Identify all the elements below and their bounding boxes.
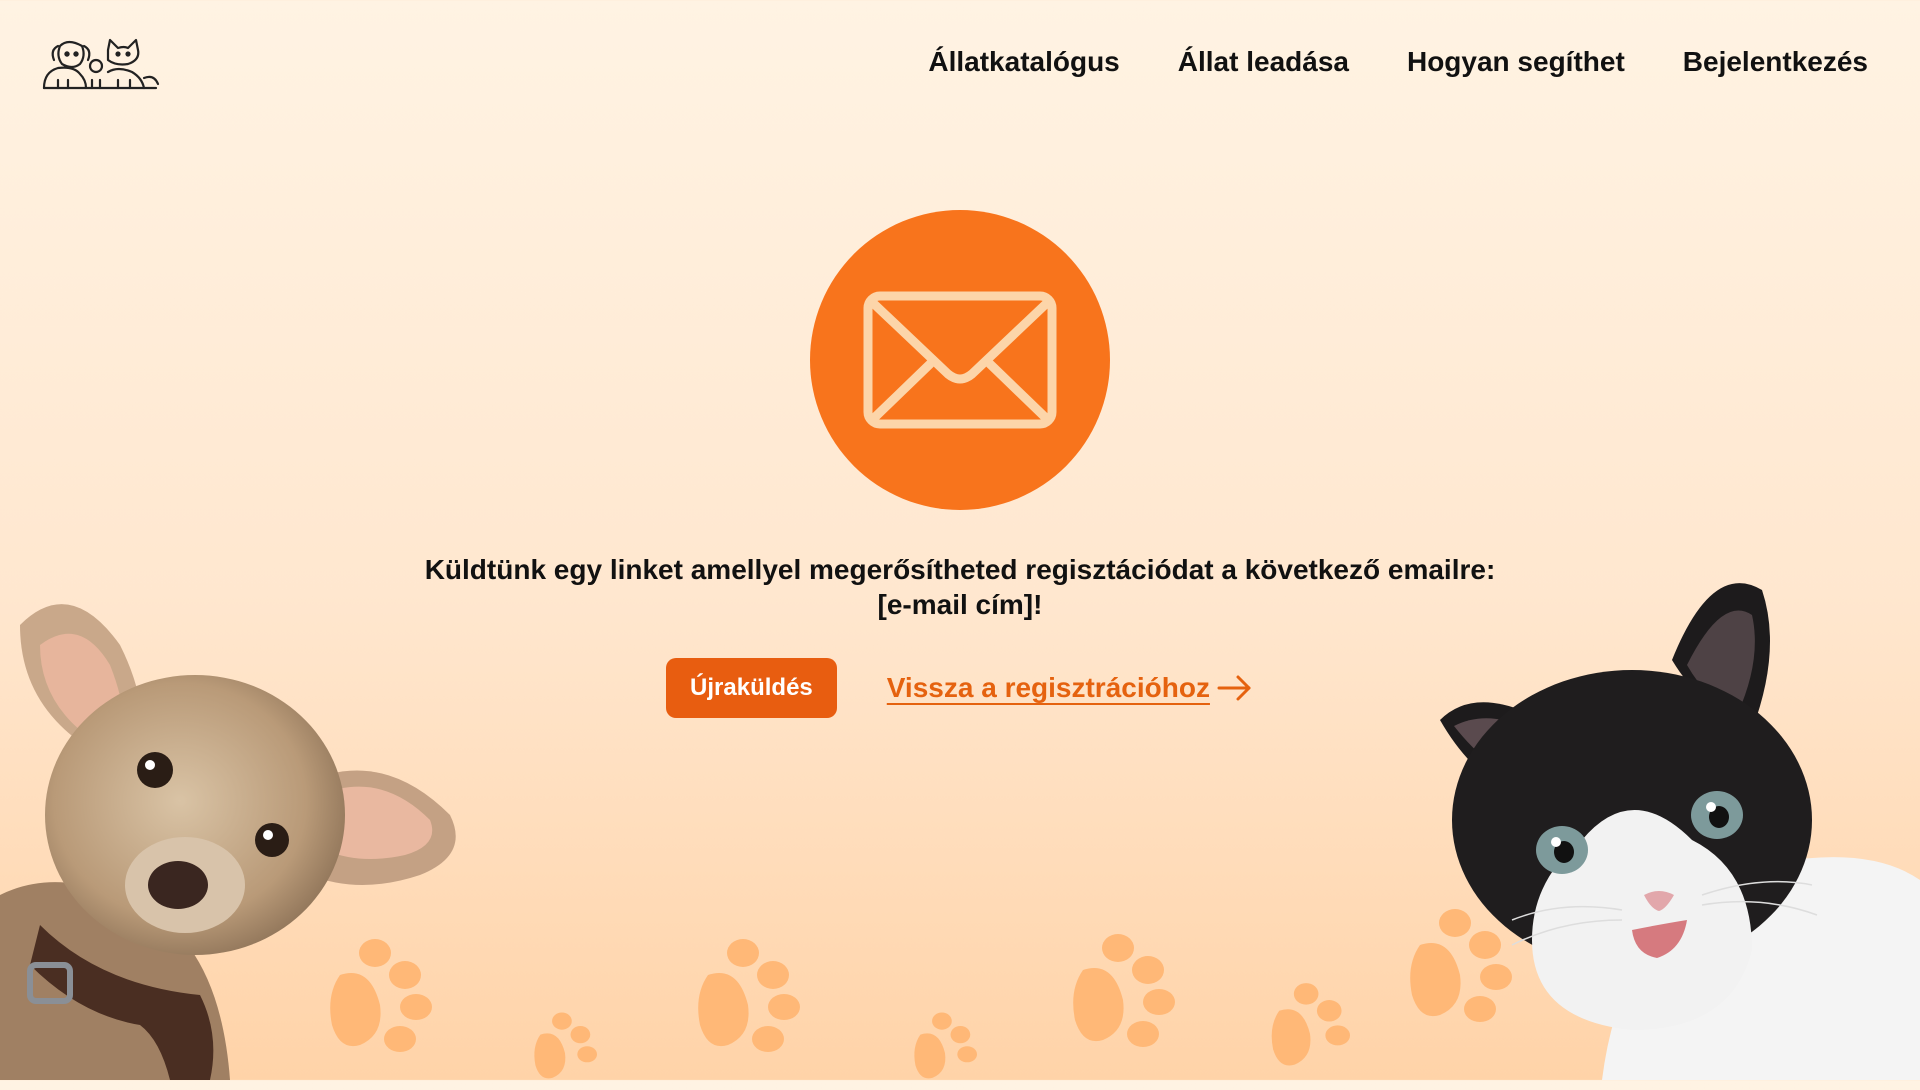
paw-print-icon <box>698 939 800 1052</box>
paw-print-icon <box>534 1012 597 1079</box>
main-nav: Állatkatalógus Állat leadása Hogyan segí… <box>928 46 1868 78</box>
back-to-registration-link[interactable]: Vissza a regisztrációhoz <box>887 672 1254 704</box>
puppy-image <box>0 604 456 1080</box>
back-link-label: Vissza a regisztrációhoz <box>886 672 1210 703</box>
paw-print-icon <box>914 1012 977 1079</box>
envelope-icon <box>863 291 1057 429</box>
nav-login[interactable]: Bejelentkezés <box>1683 46 1868 78</box>
logo[interactable] <box>38 32 164 96</box>
nav-how-to-help[interactable]: Hogyan segíthet <box>1407 46 1625 78</box>
arrow-right-icon <box>1217 675 1251 701</box>
dog-and-cat-logo-icon <box>42 38 160 90</box>
kitten-image <box>1440 583 1920 1080</box>
nav-give-animal[interactable]: Állat leadása <box>1178 46 1349 78</box>
paw-print-icon <box>1073 934 1175 1047</box>
paw-print-icon <box>1271 983 1350 1066</box>
resend-button[interactable]: Újraküldés <box>666 658 837 718</box>
mail-icon-circle <box>810 210 1110 510</box>
nav-animal-catalog[interactable]: Állatkatalógus <box>928 46 1119 78</box>
